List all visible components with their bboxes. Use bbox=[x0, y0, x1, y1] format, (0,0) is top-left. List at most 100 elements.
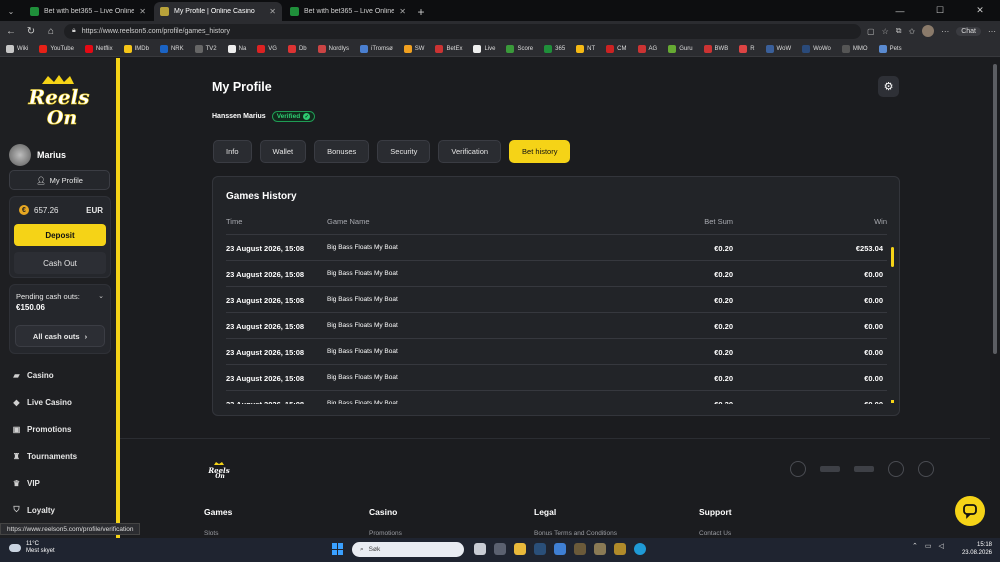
edge-browser-icon[interactable] bbox=[634, 543, 646, 555]
extensions-icon[interactable]: ⧉ bbox=[896, 26, 902, 36]
favorite-star-icon[interactable]: ☆ bbox=[882, 27, 889, 36]
sidebar-item-live-casino[interactable]: ◆ Live Casino bbox=[12, 397, 77, 407]
bookmark-item[interactable]: Netflix bbox=[84, 44, 113, 53]
bookmark-item[interactable]: Guru bbox=[668, 44, 693, 53]
page-scrollbar[interactable] bbox=[990, 58, 1000, 538]
browser-tab-active[interactable]: My Profile | Online Casino ✕ bbox=[154, 2, 282, 21]
bookmark-item[interactable]: YouTube bbox=[39, 44, 74, 53]
bookmark-item[interactable]: BWB bbox=[703, 44, 728, 53]
table-row[interactable]: 23 August 2026, 15:08 Big Bass Floats My … bbox=[226, 260, 887, 286]
chevron-down-icon[interactable]: ⌄ bbox=[98, 292, 104, 300]
all-cash-outs-button[interactable]: All cash outs › bbox=[15, 325, 105, 347]
more-menu-icon[interactable]: ⋯ bbox=[941, 27, 949, 36]
bookmark-item[interactable]: R bbox=[739, 44, 755, 53]
reader-icon[interactable]: ▢ bbox=[867, 27, 875, 36]
sidebar-item-loyalty[interactable]: ⛉ Loyalty bbox=[12, 505, 77, 515]
store-icon[interactable] bbox=[554, 543, 566, 555]
tab-info[interactable]: Info bbox=[213, 140, 252, 163]
volume-icon[interactable]: ◁ bbox=[939, 542, 944, 550]
refresh-icon[interactable]: ↻ bbox=[24, 26, 38, 37]
bookmark-item[interactable]: Live bbox=[473, 44, 495, 53]
chevron-up-icon[interactable]: ⌃ bbox=[912, 542, 918, 550]
chat-button[interactable]: Chat bbox=[956, 26, 981, 36]
bookmark-item[interactable]: Score bbox=[506, 44, 533, 53]
bookmark-item[interactable]: iTromsø bbox=[359, 44, 393, 53]
sidebar-item-tournaments[interactable]: ♜ Tournaments bbox=[12, 451, 77, 461]
home-icon[interactable]: ⌂ bbox=[44, 26, 58, 37]
bookmark-item[interactable]: Pets bbox=[878, 44, 902, 53]
tab-security[interactable]: Security bbox=[377, 140, 431, 163]
browser-tab[interactable]: Bet with bet365 – Live Online Betti ✕ bbox=[284, 2, 412, 21]
minimize-icon[interactable]: — bbox=[880, 0, 920, 21]
bookmark-item[interactable]: WoW bbox=[765, 44, 791, 53]
steam-icon[interactable] bbox=[534, 543, 546, 555]
url-field[interactable]: 🔒︎ https://www.reelson5.com/profile/game… bbox=[64, 23, 862, 39]
bookmark-item[interactable]: IMDb bbox=[123, 44, 149, 53]
taskbar-search[interactable]: ⌕ Søk bbox=[352, 542, 464, 557]
back-icon[interactable]: ← bbox=[4, 26, 18, 37]
table-row[interactable]: 23 August 2026, 15:08 Big Bass Floats My … bbox=[226, 390, 887, 404]
tab-bonuses[interactable]: Bonuses bbox=[314, 140, 370, 163]
sidebar-item-casino[interactable]: ▰ Casino bbox=[12, 370, 77, 380]
bookmark-item[interactable]: VG bbox=[257, 44, 277, 53]
bookmark-item[interactable]: TV2 bbox=[194, 44, 217, 53]
live-chat-button[interactable] bbox=[955, 496, 985, 526]
close-tab-icon[interactable]: ✕ bbox=[269, 7, 276, 16]
bookmark-item[interactable]: BetEx bbox=[435, 44, 462, 53]
bookmark-item[interactable]: Na bbox=[227, 44, 246, 53]
settings-gear-button[interactable]: ⚙ bbox=[878, 76, 899, 97]
reels-on-logo[interactable]: Reels On bbox=[22, 74, 96, 130]
table-row[interactable]: 23 August 2026, 15:08 Big Bass Floats My … bbox=[226, 234, 887, 260]
app-icon[interactable] bbox=[594, 543, 606, 555]
clock[interactable]: 15:18 23.08.2026 bbox=[958, 541, 992, 557]
footer-link[interactable]: Slots bbox=[204, 530, 369, 537]
widgets-icon[interactable] bbox=[494, 543, 506, 555]
sidebar-item-promotions[interactable]: ▣ Promotions bbox=[12, 424, 77, 434]
bookmark-item[interactable]: 365 bbox=[544, 44, 565, 53]
tab-verification[interactable]: Verification bbox=[438, 140, 502, 163]
tab-bet-history[interactable]: Bet history bbox=[509, 140, 571, 163]
table-row[interactable]: 23 August 2026, 15:08 Big Bass Floats My … bbox=[226, 286, 887, 312]
profile-avatar-icon[interactable] bbox=[922, 25, 935, 37]
table-row[interactable]: 23 August 2026, 15:08 Big Bass Floats My … bbox=[226, 364, 887, 390]
footer-link[interactable]: Contact Us bbox=[699, 530, 864, 537]
settings-more-icon[interactable]: ⋯ bbox=[988, 27, 996, 36]
footer-link[interactable]: Promotions bbox=[369, 530, 534, 537]
games-history-rows[interactable]: 23 August 2026, 15:08 Big Bass Floats My … bbox=[226, 234, 887, 404]
table-row[interactable]: 23 August 2026, 15:08 Big Bass Floats My … bbox=[226, 312, 887, 338]
game-launcher-icon[interactable] bbox=[574, 543, 586, 555]
browser-tab[interactable]: Bet with bet365 – Live Online Betti ✕ bbox=[24, 2, 152, 21]
bookmark-item[interactable]: NRK bbox=[159, 44, 184, 53]
bookmark-item[interactable]: MMO bbox=[841, 44, 868, 53]
user-avatar[interactable] bbox=[9, 144, 31, 166]
file-explorer-icon[interactable] bbox=[514, 543, 526, 555]
wow-icon[interactable] bbox=[614, 543, 626, 555]
page-scrollbar-thumb[interactable] bbox=[993, 64, 997, 354]
close-window-icon[interactable]: ✕ bbox=[960, 0, 1000, 21]
display-icon[interactable]: ▭ bbox=[925, 542, 932, 550]
footer-logo[interactable]: Reels On bbox=[208, 462, 230, 478]
table-row[interactable]: 23 August 2026, 15:08 Big Bass Floats My … bbox=[226, 338, 887, 364]
new-tab-button[interactable]: + bbox=[412, 2, 430, 21]
bookmark-item[interactable]: Wiki bbox=[6, 44, 28, 53]
cash-out-button[interactable]: Cash Out bbox=[14, 252, 106, 274]
bookmark-item[interactable]: Db bbox=[287, 44, 307, 53]
weather-widget[interactable]: 11°C Mest skyet bbox=[9, 541, 55, 555]
bookmark-item[interactable]: WoWo bbox=[802, 44, 831, 53]
close-tab-icon[interactable]: ✕ bbox=[399, 7, 406, 16]
maximize-icon[interactable]: ☐ bbox=[920, 0, 960, 21]
footer-link[interactable]: Bonus Terms and Conditions bbox=[534, 530, 699, 537]
bookmark-item[interactable]: SW bbox=[403, 44, 424, 53]
task-view-icon[interactable] bbox=[474, 543, 486, 555]
bookmark-item[interactable]: Nordlys bbox=[317, 44, 349, 53]
tab-list-dropdown[interactable]: ⌄ bbox=[0, 2, 22, 21]
bookmark-item[interactable]: CM bbox=[606, 44, 627, 53]
tab-wallet[interactable]: Wallet bbox=[259, 140, 307, 163]
table-scroll-arrow[interactable] bbox=[891, 400, 894, 403]
bookmark-item[interactable]: AG bbox=[637, 44, 657, 53]
deposit-button[interactable]: Deposit bbox=[14, 224, 106, 246]
sidebar-item-vip[interactable]: ♛ VIP bbox=[12, 478, 77, 488]
collections-icon[interactable]: ✩ bbox=[909, 27, 916, 36]
table-scrollbar-thumb[interactable] bbox=[891, 247, 894, 267]
my-profile-button[interactable]: 👤︎ My Profile bbox=[9, 170, 110, 190]
